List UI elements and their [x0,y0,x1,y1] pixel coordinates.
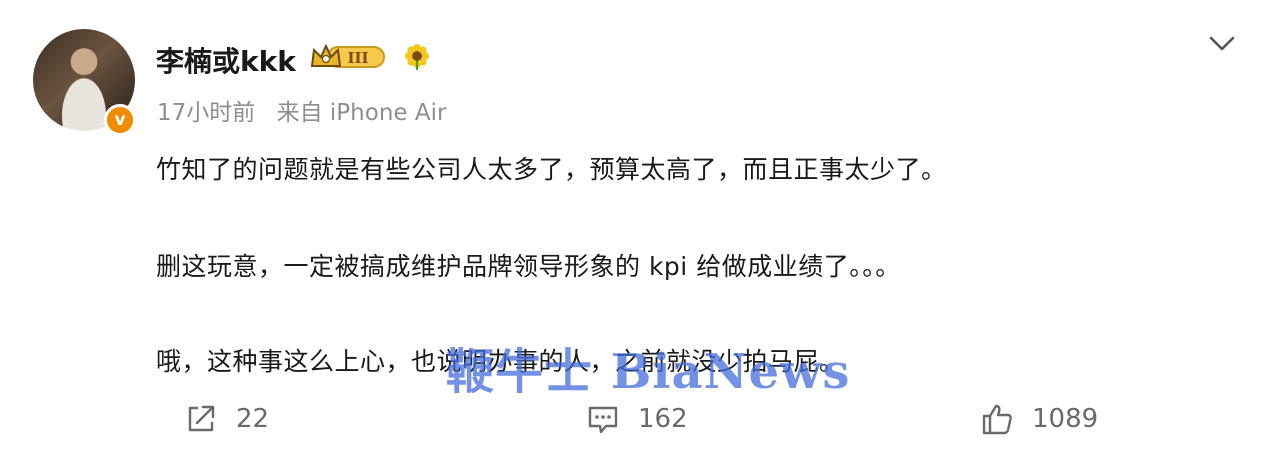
comment-count: 162 [638,404,688,434]
post-source: 来自 iPhone Air [276,100,447,126]
username[interactable]: 李楠或kkk [156,40,296,80]
chevron-down-icon[interactable] [1207,32,1237,54]
level-badge-text: III [347,49,368,67]
comment-icon [588,406,618,434]
comment-button[interactable]: 162 [586,402,688,436]
like-icon [982,404,1012,435]
like-count: 1089 [1032,404,1099,434]
share-icon [188,405,215,432]
sunflower-icon [405,44,429,70]
post-meta: 17小时前 来自 iPhone Air [157,93,460,127]
like-button[interactable]: 1089 [980,402,1098,436]
verified-badge: v [104,104,136,136]
post-paragraph: 竹知了的问题就是有些公司人太多了，预算太高了，而且正事太少了。 [156,155,947,184]
share-count: 22 [236,404,270,434]
post-time[interactable]: 17小时前 [157,100,255,126]
post-paragraph: 删这玩意，一定被搞成维护品牌领导形象的 kpi 给做成业绩了。。。 [156,252,901,281]
share-button[interactable]: 22 [184,402,269,436]
watermark: 鞭牛士 BiaNews [446,344,851,400]
crown-badge-icon: III [310,43,385,68]
